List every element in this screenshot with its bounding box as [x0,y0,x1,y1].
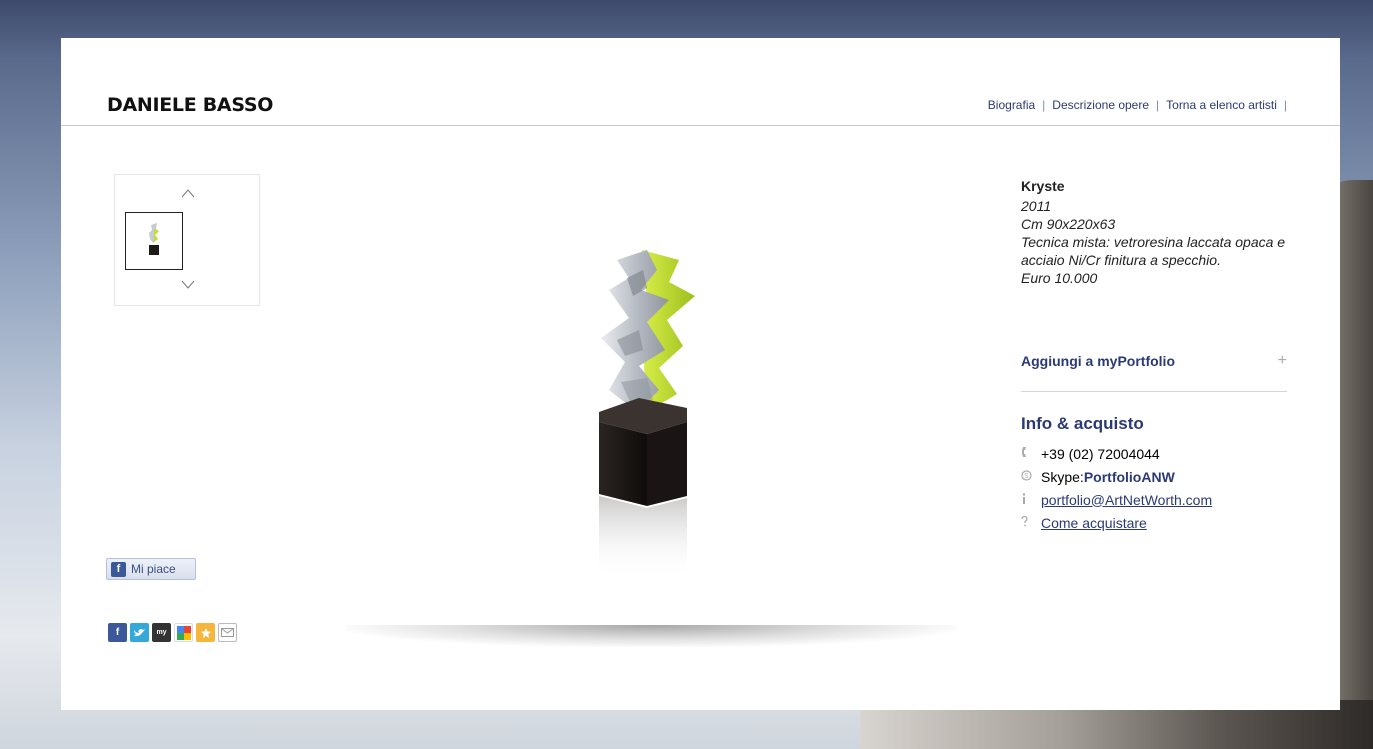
nav-torna-elenco-artisti[interactable]: Torna a elenco artisti [1166,98,1277,112]
myspace-icon[interactable]: my [152,623,171,642]
add-to-portfolio-label: Aggiungi a myPortfolio [1021,353,1175,369]
nav-separator: | [1283,98,1287,112]
info-icon [1021,492,1041,507]
artwork-image [347,150,957,640]
twitter-icon[interactable] [130,623,149,642]
question-icon [1021,515,1041,530]
contact-phone: +39 (02) 72004044 [1021,442,1212,465]
contact-list: +39 (02) 72004044 S Skype: PortfolioANW … [1021,442,1212,534]
bookmark-icon[interactable] [196,623,215,642]
artwork-panel: DANIELE BASSO Biografia | Descrizione op… [61,38,1340,710]
share-bar: f my [108,623,237,642]
nav-biografia[interactable]: Biografia [988,98,1035,112]
phone-icon [1021,446,1041,461]
facebook-icon: f [111,561,126,577]
thumbnail-kryste[interactable] [125,212,183,270]
chevron-down-icon[interactable] [181,279,195,293]
email-icon[interactable] [218,623,237,642]
nav-separator: | [1042,98,1046,112]
artwork-price: Euro 10.000 [1021,270,1098,286]
artwork-title: Kryste [1021,178,1065,194]
email-link[interactable]: portfolio@ArtNetWorth.com [1041,492,1212,508]
skype-label: Skype: [1041,468,1084,485]
like-label: Mi piace [131,562,176,576]
artwork-technique: Tecnica mista: vetroresina laccata opaca… [1021,234,1286,268]
phone-number: +39 (02) 72004044 [1041,445,1160,462]
thumbnail-strip [114,174,260,306]
artwork-shadow [346,625,956,647]
artwork-year: 2011 [1021,198,1052,214]
artwork-dimensions: Cm 90x220x63 [1021,216,1116,232]
contact-title: Info & acquisto [1021,414,1144,433]
nav-separator: | [1156,98,1160,112]
skype-icon: S [1021,469,1041,484]
google-icon[interactable] [174,623,193,642]
nav-descrizione-opere[interactable]: Descrizione opere [1052,98,1149,112]
top-nav: Biografia | Descrizione opere | Torna a … [988,98,1294,112]
artist-name: DANIELE BASSO [107,94,274,116]
info-divider [1021,391,1287,392]
contact-how-to-buy: Come acquistare [1021,511,1212,534]
contact-email: portfolio@ArtNetWorth.com [1021,488,1212,511]
header-divider [61,125,1340,126]
how-to-buy-link[interactable]: Come acquistare [1041,515,1147,531]
svg-text:S: S [1024,472,1029,480]
contact-skype: S Skype: PortfolioANW [1021,465,1212,488]
facebook-icon[interactable]: f [108,623,127,642]
facebook-like-button[interactable]: f Mi piace [106,558,196,580]
skype-name[interactable]: PortfolioANW [1084,469,1175,485]
artwork-details: Kryste 2011 Cm 90x220x63 Tecnica mista: … [1021,178,1291,287]
chevron-up-icon[interactable] [181,187,195,201]
plus-icon: + [1277,352,1287,369]
add-to-portfolio-button[interactable]: Aggiungi a myPortfolio + [1021,352,1287,370]
